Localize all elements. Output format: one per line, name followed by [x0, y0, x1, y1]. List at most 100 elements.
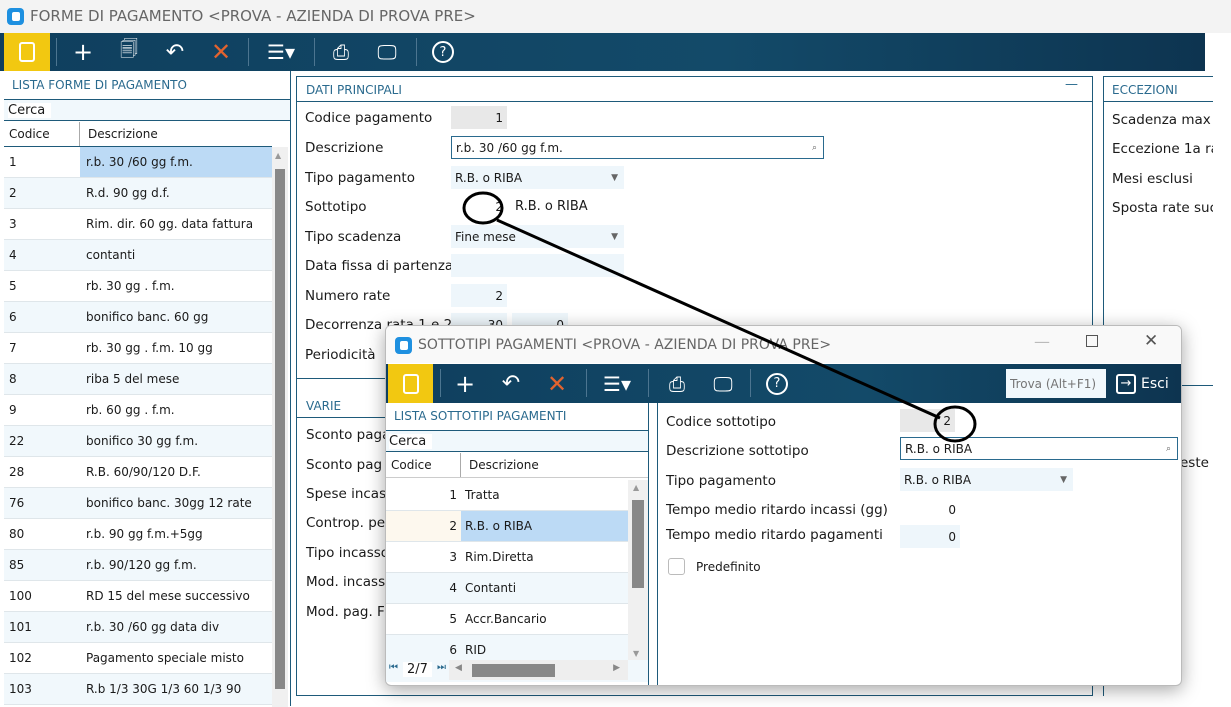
- row-desc: r.b. 30 /60 gg f.m.: [80, 147, 272, 177]
- table-row[interactable]: 76 bonifico banc. 30gg 12 rate: [4, 488, 272, 519]
- row-desc: bonifico banc. 30gg 12 rate: [86, 496, 252, 510]
- table-row[interactable]: 1 r.b. 30 /60 gg f.m.: [4, 147, 272, 178]
- table-row[interactable]: 1 Tratta: [386, 480, 628, 511]
- table-row[interactable]: 100 RD 15 del mese successivo: [4, 581, 272, 612]
- numero-rate-field[interactable]: 2: [451, 284, 507, 307]
- horizontal-scrollbar[interactable]: ◀ ▶: [449, 660, 628, 680]
- row-code: 76: [9, 496, 25, 510]
- list-header: Codice Descrizione: [386, 453, 648, 478]
- row-code: 4: [449, 581, 457, 595]
- panel-toggle-button[interactable]: [388, 364, 433, 403]
- exit-button[interactable]: → Esci: [1116, 369, 1169, 398]
- descrizione-sottotipo-field[interactable]: R.B. o RIBA ⌕: [900, 437, 1178, 460]
- table-row[interactable]: 2 R.B. o RIBA: [386, 511, 628, 542]
- row-code: 28: [9, 465, 25, 479]
- row-desc: contanti: [86, 248, 136, 262]
- row-code: 7: [9, 341, 17, 355]
- row-code: 9: [9, 403, 17, 417]
- eccezioni-label: Mesi esclusi: [1112, 171, 1193, 187]
- table-row[interactable]: 4 contanti: [4, 240, 272, 271]
- row-code: 100: [9, 589, 32, 603]
- list-header: Codice Descrizione: [4, 122, 272, 147]
- descrizione-field[interactable]: r.b. 30 /60 gg f.m. ⌕: [451, 136, 824, 159]
- table-row[interactable]: 3 Rim. dir. 60 gg. data fattura: [4, 209, 272, 240]
- varie-label: Mod. pag. FE: [306, 604, 394, 620]
- help-button[interactable]: ?: [758, 364, 796, 403]
- menu-button[interactable]: ☰▾: [594, 364, 640, 403]
- table-row[interactable]: 6 bonifico banc. 60 gg: [4, 302, 272, 333]
- table-row[interactable]: 2 R.d. 90 gg d.f.: [4, 178, 272, 209]
- row-desc: R.B. 60/90/120 D.F.: [86, 465, 201, 479]
- predefinito-checkbox[interactable]: [668, 558, 685, 575]
- search-input[interactable]: Cerca: [4, 99, 290, 121]
- col-descrizione[interactable]: Descrizione: [461, 453, 547, 477]
- row-code: 22: [9, 434, 25, 448]
- new-button[interactable]: +: [64, 33, 102, 71]
- row-code: 80: [9, 527, 25, 541]
- table-row[interactable]: 9 rb. 60 gg . f.m.: [4, 395, 272, 426]
- col-codice[interactable]: Codice: [386, 453, 461, 477]
- tipo-pagamento-label: Tipo pagamento: [305, 170, 415, 186]
- col-codice[interactable]: Codice: [4, 122, 80, 146]
- sottotipo-code: 2: [495, 199, 503, 214]
- dialog-title: SOTTOTIPI PAGAMENTI <PROVA - AZIENDA DI …: [418, 337, 832, 353]
- row-code: 6: [9, 310, 17, 324]
- row-code: 2: [386, 511, 461, 541]
- tipo-pagamento-select[interactable]: R.B. o RIBA ▼: [451, 166, 624, 189]
- table-row[interactable]: 28 R.B. 60/90/120 D.F.: [4, 457, 272, 488]
- table-row[interactable]: 5 Accr.Bancario: [386, 604, 628, 635]
- row-desc: Rim.Diretta: [465, 550, 534, 564]
- table-row[interactable]: 3 Rim.Diretta: [386, 542, 628, 573]
- preview-button[interactable]: 🖵: [704, 364, 742, 403]
- undo-button[interactable]: ↶: [492, 364, 530, 403]
- row-desc: r.b. 90/120 gg f.m.: [86, 558, 197, 572]
- find-input[interactable]: [1006, 369, 1106, 398]
- table-row[interactable]: 4 Contanti: [386, 573, 628, 604]
- print-button[interactable]: ⎙: [658, 364, 696, 403]
- table-row[interactable]: 5 rb. 30 gg . f.m.: [4, 271, 272, 302]
- delete-button[interactable]: ✕: [538, 364, 576, 403]
- table-row[interactable]: 102 Pagamento speciale misto: [4, 643, 272, 674]
- list-scrollbar[interactable]: ▲ ▼: [628, 480, 648, 660]
- row-code: 5: [449, 612, 457, 626]
- exit-icon: →: [1116, 373, 1136, 394]
- table-row[interactable]: 101 r.b. 30 /60 gg data div: [4, 612, 272, 643]
- table-row[interactable]: 80 r.b. 90 gg f.m.+5gg: [4, 519, 272, 550]
- table-row[interactable]: 85 r.b. 90/120 gg f.m.: [4, 550, 272, 581]
- ritardo-incassi-field[interactable]: 0: [900, 498, 960, 521]
- col-descrizione[interactable]: Descrizione: [80, 122, 166, 146]
- copy-button[interactable]: 🗐: [110, 33, 148, 71]
- row-code: 102: [9, 651, 32, 665]
- row-code: 4: [9, 248, 17, 262]
- tipo-pagamento-value: R.B. o RIBA: [455, 170, 523, 185]
- row-code: 8: [9, 372, 17, 386]
- data-fissa-field[interactable]: [451, 254, 624, 277]
- menu-icon: ☰▾: [267, 40, 295, 64]
- ritardo-pagamenti-field[interactable]: 0: [900, 525, 960, 548]
- table-row[interactable]: 22 bonifico 30 gg f.m.: [4, 426, 272, 457]
- tipo-pagamento-select[interactable]: R.B. o RIBA ▼: [900, 468, 1073, 491]
- search-input[interactable]: Cerca: [386, 430, 648, 452]
- table-row[interactable]: 7 rb. 30 gg . f.m. 10 gg: [4, 333, 272, 364]
- undo-button[interactable]: ↶: [156, 33, 194, 71]
- chevron-down-icon: ▼: [611, 172, 618, 183]
- list-scrollbar[interactable]: ▲: [272, 147, 288, 707]
- new-button[interactable]: +: [446, 364, 484, 403]
- table-row[interactable]: 103 R.b 1/3 30G 1/3 60 1/3 90: [4, 674, 272, 705]
- first-page-icon[interactable]: ⏮: [389, 662, 398, 673]
- last-page-icon[interactable]: ⏭: [437, 662, 446, 673]
- maximize-button[interactable]: [1086, 335, 1098, 347]
- close-button[interactable]: ✕: [1144, 331, 1158, 351]
- payment-rows: 1 r.b. 30 /60 gg f.m. 2 R.d. 90 gg d.f. 3 Rim…: [4, 147, 272, 707]
- codice-sottotipo-field: 2: [900, 409, 955, 432]
- row-desc: rb. 60 gg . f.m.: [86, 403, 175, 417]
- delete-button[interactable]: ✕: [202, 33, 240, 71]
- panel-toggle-button[interactable]: [4, 33, 50, 71]
- row-desc: r.b. 30 /60 gg data div: [86, 620, 220, 634]
- sottotipo-code-field[interactable]: 2: [451, 195, 507, 218]
- descrizione-label: Descrizione: [305, 140, 384, 156]
- table-row[interactable]: 8 riba 5 del mese: [4, 364, 272, 395]
- tipo-scadenza-select[interactable]: Fine mese ▼: [451, 225, 624, 248]
- minimize-button[interactable]: —: [1034, 332, 1050, 351]
- delete-icon: ✕: [210, 38, 232, 66]
